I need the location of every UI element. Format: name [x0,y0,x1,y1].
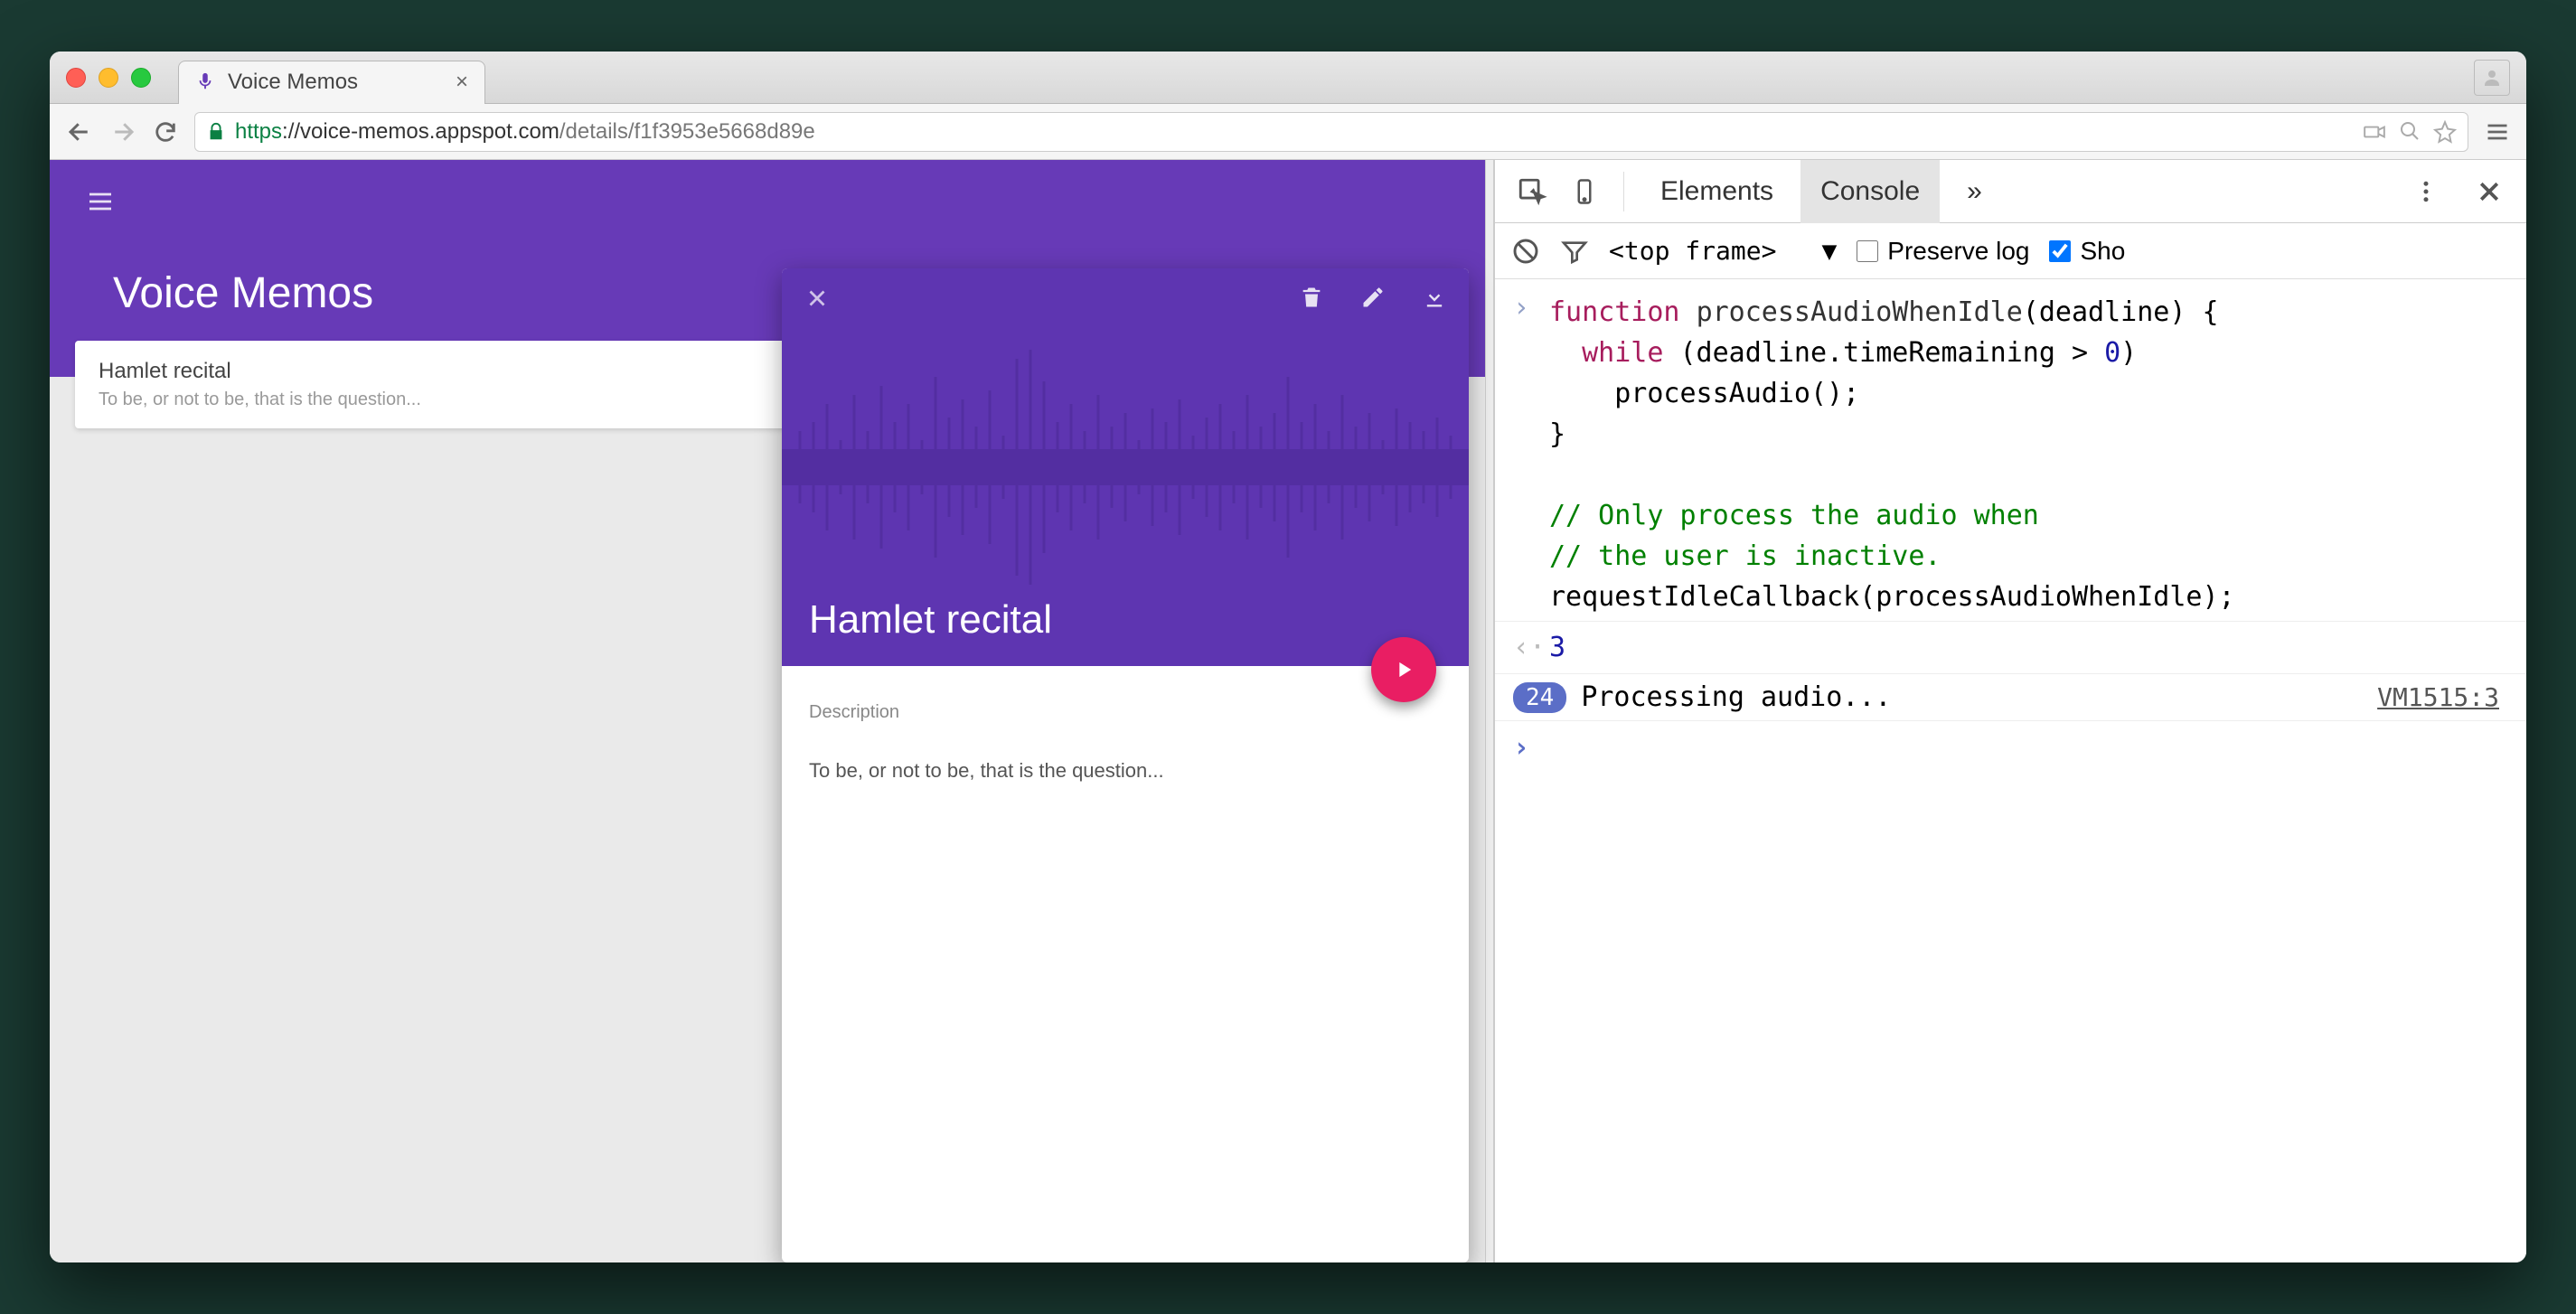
clear-console-icon[interactable] [1511,237,1540,266]
devtools-resizer[interactable] [1485,160,1494,1262]
console-prompt[interactable] [1549,732,2508,764]
tab-title: Voice Memos [228,70,358,95]
show-label: Sho [2080,237,2125,266]
detail-actions [1299,285,1447,310]
url-text: https://voice-memos.appspot.com/details/… [235,119,815,145]
content-area: Voice Memos Hamlet recital To be, or not… [50,160,2526,1262]
browser-tab[interactable]: Voice Memos × [178,61,485,104]
tab-close-icon[interactable]: × [456,70,468,95]
log-message: Processing audio... [1581,681,1891,713]
url-scheme: https [235,119,282,144]
tab-console[interactable]: Console [1800,160,1940,223]
devtools-pane: Elements Console » [1494,160,2526,1262]
inspect-element-icon[interactable] [1509,169,1555,214]
description-label: Description [809,702,1442,723]
close-detail-button[interactable] [804,285,831,312]
detail-body: Description To be, or not to be, that is… [782,666,1469,810]
console-result-row: ‹· 3 [1495,621,2526,674]
tab-more[interactable]: » [1947,160,2002,223]
chevron-down-icon: ▼ [1821,236,1837,266]
maximize-window-button[interactable] [131,68,151,88]
console-output: › function processAudioWhenIdle(deadline… [1495,279,2526,1262]
devtools-tabs: Elements Console » [1495,160,2526,223]
input-chevron-icon: › [1513,292,1549,617]
log-source-link[interactable]: VM1515:3 [2377,682,2508,712]
address-bar[interactable]: https://voice-memos.appspot.com/details/… [194,112,2468,152]
delete-icon[interactable] [1299,285,1324,310]
star-icon[interactable] [2433,120,2457,144]
browser-window: Voice Memos × https://voice-memos.appspo… [50,52,2526,1262]
edit-icon[interactable] [1360,285,1386,310]
back-button[interactable] [66,118,93,145]
frame-selector-label: <top frame> [1609,236,1776,266]
devtools-tabs-right [2403,169,2512,214]
reload-button[interactable] [153,119,178,145]
browser-menu-button[interactable] [2485,119,2510,145]
microphone-icon [195,71,217,93]
preserve-log-toggle[interactable]: Preserve log [1857,237,2029,266]
show-checkbox[interactable] [2049,240,2071,262]
frame-selector[interactable]: <top frame> ▼ [1609,236,1837,266]
prompt-chevron-icon: › [1513,732,1549,764]
show-toggle[interactable]: Sho [2049,237,2125,266]
tab-elements[interactable]: Elements [1641,160,1793,223]
app-pane: Voice Memos Hamlet recital To be, or not… [50,160,1485,1262]
separator [1623,172,1624,211]
detail-title: Hamlet recital [809,597,1052,643]
download-icon[interactable] [1422,285,1447,310]
lock-icon [206,122,226,142]
close-window-button[interactable] [66,68,86,88]
zoom-icon[interactable] [2399,120,2421,144]
preserve-log-checkbox[interactable] [1857,240,1878,262]
filter-icon[interactable] [1560,237,1589,266]
log-count-badge: 24 [1513,682,1566,713]
console-toolbar: <top frame> ▼ Preserve log Sho [1495,223,2526,279]
preserve-log-label: Preserve log [1887,237,2029,266]
toggle-device-icon[interactable] [1562,169,1607,214]
titlebar: Voice Memos × [50,52,2526,104]
play-button[interactable] [1371,637,1436,702]
hamburger-icon[interactable] [86,187,115,216]
url-path: /details/f1f3953e5668d89e [559,119,815,144]
memo-detail-card: Hamlet recital Description To be, or not… [782,268,1469,1262]
window-controls [66,68,151,88]
devtools-close-icon[interactable] [2467,169,2512,214]
output-chevron-icon: ‹· [1513,632,1549,663]
profile-button[interactable] [2474,60,2510,96]
devtools-menu-icon[interactable] [2403,169,2449,214]
console-prompt-row[interactable]: › [1495,721,2526,774]
console-log-row: 24 Processing audio... VM1515:3 [1495,674,2526,721]
omnibox-actions [2363,120,2457,144]
console-input-row: › function processAudioWhenIdle(deadline… [1495,288,2526,621]
camera-icon[interactable] [2363,120,2386,144]
console-result: 3 [1549,627,2508,668]
browser-toolbar: https://voice-memos.appspot.com/details/… [50,104,2526,160]
url-host: ://voice-memos.appspot.com [282,119,559,144]
console-code[interactable]: function processAudioWhenIdle(deadline) … [1549,292,2508,617]
minimize-window-button[interactable] [99,68,118,88]
detail-hero: Hamlet recital [782,268,1469,666]
description-text: To be, or not to be, that is the questio… [809,759,1442,783]
waveform-graphic [782,341,1469,594]
forward-button[interactable] [109,118,136,145]
